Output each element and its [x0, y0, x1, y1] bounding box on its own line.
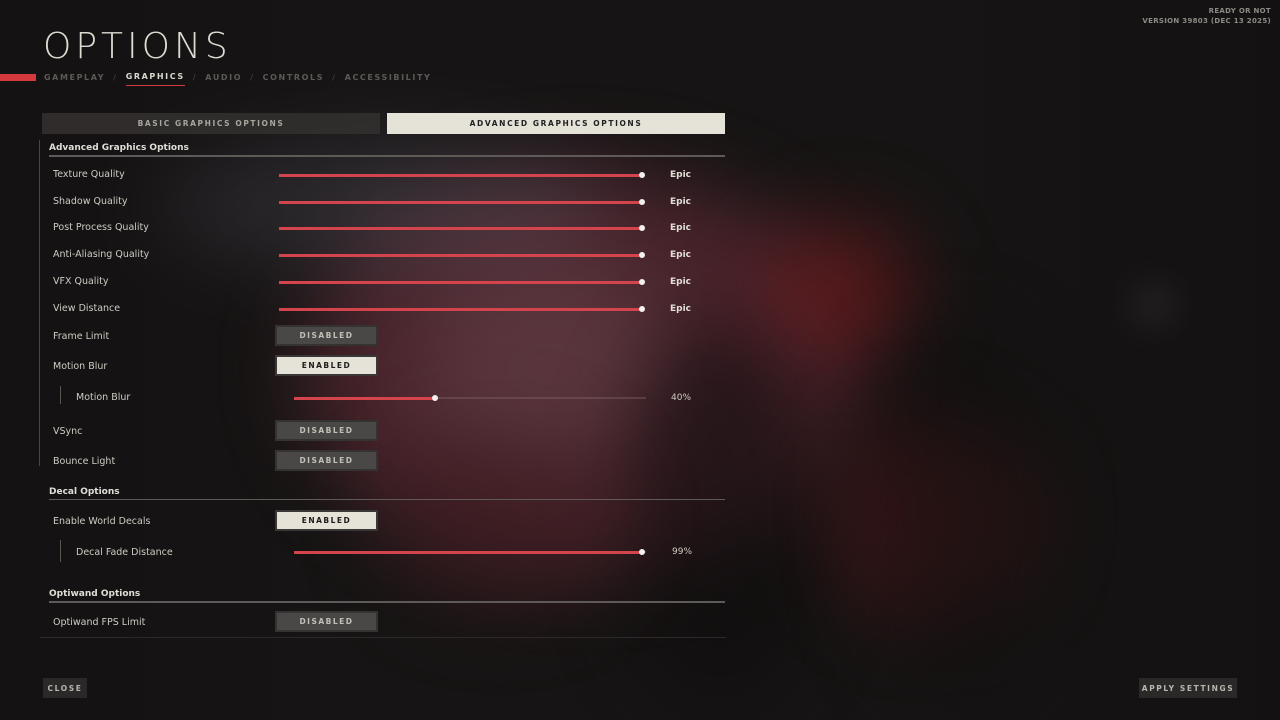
tab-controls[interactable]: CONTROLS [263, 73, 324, 86]
vfx-quality-slider[interactable] [279, 278, 645, 285]
anti-aliasing-quality-slider[interactable] [279, 252, 645, 259]
vsync-toggle[interactable]: DISABLED [275, 420, 378, 441]
anti-aliasing-quality-value: Epic [670, 250, 692, 261]
section-divider [49, 499, 725, 500]
slider-knob[interactable] [639, 305, 645, 312]
shadow-quality-value: Epic [670, 196, 692, 207]
tab-graphics[interactable]: GRAPHICS [125, 72, 185, 86]
tab-audio[interactable]: AUDIO [205, 73, 242, 86]
motion-blur-amount-label: Motion Blur [76, 392, 131, 403]
slider-knob[interactable] [639, 278, 645, 285]
sub-option-indent [60, 386, 61, 404]
advanced-graphics-tab[interactable]: ADVANCED GRAPHICS OPTIONS [387, 113, 725, 134]
section-title-decal: Decal Options [49, 487, 120, 497]
view-distance-label: View Distance [53, 302, 121, 314]
options-tabs: GAMEPLAY / GRAPHICS / AUDIO / CONTROLS /… [44, 72, 431, 86]
decal-fade-distance-value: 99% [672, 547, 693, 557]
post-process-quality-label: Post Process Quality [53, 222, 149, 234]
decal-fade-distance-label: Decal Fade Distance [76, 547, 173, 558]
sub-option-indent [60, 540, 61, 562]
settings-panel: Advanced Graphics Options Texture Qualit… [39, 140, 726, 638]
slider-fill [279, 200, 642, 204]
bounce-light-toggle[interactable]: DISABLED [275, 450, 378, 471]
slider-knob[interactable] [639, 172, 645, 178]
slider-fill [279, 254, 642, 258]
tab-separator: / [113, 72, 118, 82]
slider-fill [279, 280, 642, 284]
optiwand-fps-limit-toggle[interactable]: DISABLED [275, 611, 378, 632]
view-distance-slider[interactable] [279, 305, 645, 312]
version-label: VERSION 39803 (DEC 13 2025) [1142, 17, 1271, 25]
slider-fill [294, 397, 435, 400]
slider-fill [294, 551, 643, 554]
decal-fade-distance-slider[interactable] [294, 549, 646, 555]
version-info: READY OR NOT VERSION 39803 (DEC 13 2025) [1142, 6, 1271, 26]
vfx-quality-label: VFX Quality [53, 275, 109, 287]
slider-knob[interactable] [639, 252, 645, 259]
page-title: OPTIONS [43, 26, 232, 67]
texture-quality-slider[interactable] [279, 172, 645, 178]
accent-bar [0, 74, 36, 81]
frame-limit-label: Frame Limit [53, 331, 110, 342]
view-distance-value: Epic [670, 303, 692, 314]
slider-knob[interactable] [639, 225, 645, 232]
tab-separator: / [192, 72, 198, 82]
game-name: READY OR NOT [1208, 7, 1271, 15]
section-divider [49, 601, 725, 603]
vfx-quality-value: Epic [670, 276, 692, 287]
apply-settings-button[interactable]: APPLY SETTINGS [1139, 678, 1237, 698]
post-process-quality-value: Epic [670, 223, 692, 234]
texture-quality-value: Epic [670, 170, 692, 180]
section-divider [49, 155, 725, 157]
post-process-quality-slider[interactable] [279, 225, 645, 232]
tab-separator: / [250, 72, 255, 82]
anti-aliasing-quality-label: Anti-Aliasing Quality [53, 249, 150, 261]
slider-knob[interactable] [639, 198, 645, 205]
world-decals-toggle[interactable]: ENABLED [275, 510, 378, 531]
tab-gameplay[interactable]: GAMEPLAY [44, 73, 105, 86]
slider-fill [279, 174, 642, 177]
texture-quality-label: Texture Quality [53, 169, 125, 180]
close-button[interactable]: CLOSE [43, 678, 87, 698]
tab-accessibility[interactable]: ACCESSIBILITY [345, 73, 432, 86]
slider-knob[interactable] [639, 549, 646, 555]
shadow-quality-slider[interactable] [279, 198, 645, 205]
motion-blur-amount-value: 40% [671, 393, 692, 403]
slider-knob[interactable] [431, 395, 438, 401]
motion-blur-label: Motion Blur [53, 361, 108, 372]
section-title-optiwand: Optiwand Options [49, 589, 141, 599]
shadow-quality-label: Shadow Quality [53, 195, 128, 207]
panel-bottom-divider [40, 637, 726, 638]
section-title-advanced: Advanced Graphics Options [49, 143, 189, 153]
slider-fill [279, 307, 642, 311]
vsync-label: VSync [53, 426, 83, 437]
motion-blur-toggle[interactable]: ENABLED [275, 355, 378, 376]
frame-limit-toggle[interactable]: DISABLED [275, 325, 378, 346]
section-bracket [39, 140, 40, 466]
motion-blur-amount-slider[interactable] [294, 395, 646, 401]
optiwand-fps-limit-label: Optiwand FPS Limit [53, 617, 146, 628]
basic-graphics-tab[interactable]: BASIC GRAPHICS OPTIONS [42, 113, 380, 134]
slider-fill [279, 227, 642, 231]
tab-separator: / [332, 72, 337, 82]
world-decals-label: Enable World Decals [53, 516, 151, 527]
bounce-light-label: Bounce Light [53, 456, 116, 467]
